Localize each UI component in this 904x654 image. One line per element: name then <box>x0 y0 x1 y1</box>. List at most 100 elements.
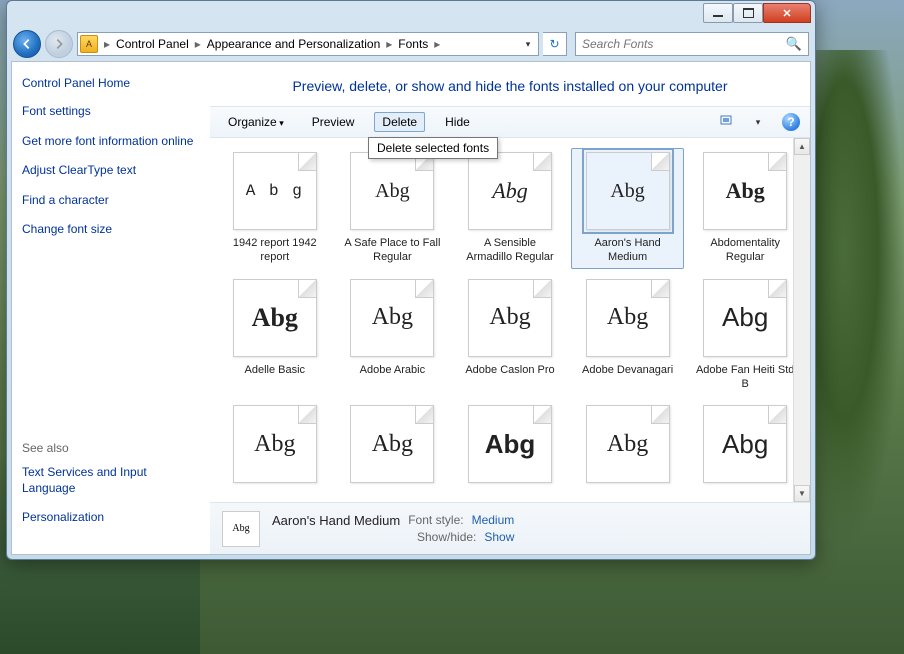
delete-button[interactable]: Delete <box>374 112 425 132</box>
preview-button[interactable]: Preview <box>304 112 363 132</box>
page-corner-icon <box>298 153 316 171</box>
font-tile: Abg <box>350 279 434 357</box>
font-sample: Abg <box>492 178 527 204</box>
chevron-right-icon[interactable]: ▸ <box>193 37 203 51</box>
address-bar[interactable]: A ▸ Control Panel ▸ Appearance and Perso… <box>77 32 539 56</box>
address-dropdown[interactable]: ▾ <box>520 39 536 50</box>
font-item[interactable]: A b g1942 report 1942 report <box>218 148 332 269</box>
page-corner-icon <box>533 153 551 171</box>
font-sample: A b g <box>246 182 304 200</box>
page-corner-icon <box>768 406 786 424</box>
back-button[interactable] <box>13 30 41 58</box>
view-dropdown[interactable]: ▾ <box>750 117 766 128</box>
font-sample: Abg <box>375 180 409 203</box>
delete-tooltip: Delete selected fonts <box>368 137 498 159</box>
font-sample: Abg <box>485 429 536 460</box>
page-corner-icon <box>651 280 669 298</box>
search-input[interactable] <box>582 37 786 51</box>
font-sample: Abg <box>252 303 298 333</box>
help-icon[interactable]: ? <box>782 113 800 131</box>
font-item[interactable]: Abg Adobe Arabic <box>336 275 450 396</box>
font-item[interactable]: AbgAdelle Basic <box>218 275 332 396</box>
chevron-right-icon[interactable]: ▸ <box>102 37 112 51</box>
control-panel-home-link[interactable]: Control Panel Home <box>22 76 200 90</box>
font-name-label: Adobe Devanagari <box>582 363 673 377</box>
font-grid: A b g1942 report 1942 reportAbgA Safe Pl… <box>210 138 810 502</box>
font-item[interactable]: Abg <box>688 401 802 493</box>
see-also-text-services[interactable]: Text Services and Input Language <box>22 465 200 496</box>
font-item[interactable]: Abg Adobe Devanagari <box>571 275 685 396</box>
sidebar-link-font-settings[interactable]: Font settings <box>22 104 200 120</box>
sidebar-link-cleartype[interactable]: Adjust ClearType text <box>22 163 200 179</box>
font-item[interactable]: Abg Adobe Fan Heiti Std B <box>688 275 802 396</box>
search-box[interactable]: 🔍 <box>575 32 809 56</box>
view-options-button[interactable] <box>718 113 738 131</box>
font-sample: Abg <box>607 304 648 331</box>
fonts-control-panel-window: A ▸ Control Panel ▸ Appearance and Perso… <box>6 0 816 560</box>
font-sample: Abg <box>722 429 768 460</box>
titlebar <box>7 1 815 27</box>
font-sample: Abg <box>722 302 768 333</box>
font-name-label: A Sensible Armadillo Regular <box>460 236 560 265</box>
sidebar-link-find-char[interactable]: Find a character <box>22 193 200 209</box>
font-tile: Abg <box>703 405 787 483</box>
font-tile: Abg <box>233 279 317 357</box>
font-sample: Abg <box>372 431 413 458</box>
font-item[interactable]: Abg <box>218 401 332 493</box>
page-corner-icon <box>768 280 786 298</box>
forward-button[interactable] <box>45 30 73 58</box>
font-item[interactable]: AbgA Safe Place to Fall Regular <box>336 148 450 269</box>
details-pane: Abg Aaron's Hand Medium Font style: Medi… <box>210 502 810 554</box>
font-name-label: Adobe Fan Heiti Std B <box>695 363 795 392</box>
chevron-right-icon[interactable]: ▸ <box>432 37 442 51</box>
font-item[interactable]: Abg <box>336 401 450 493</box>
page-corner-icon <box>298 406 316 424</box>
organize-button[interactable]: Organize <box>220 112 292 132</box>
font-tile: Abg <box>586 152 670 230</box>
minimize-button[interactable] <box>703 3 733 23</box>
maximize-button[interactable] <box>733 3 763 23</box>
sidebar-link-font-size[interactable]: Change font size <box>22 222 200 238</box>
breadcrumb-control-panel[interactable]: Control Panel <box>112 35 193 53</box>
hide-button[interactable]: Hide <box>437 112 478 132</box>
search-icon[interactable]: 🔍 <box>786 36 802 52</box>
details-style-value[interactable]: Medium <box>472 513 515 528</box>
font-name-label: Adobe Arabic <box>360 363 425 377</box>
page-corner-icon <box>298 280 316 298</box>
see-also-personalization[interactable]: Personalization <box>22 510 200 526</box>
font-sample: Abg <box>607 431 648 458</box>
page-title: Preview, delete, or show and hide the fo… <box>210 62 810 106</box>
breadcrumb-appearance[interactable]: Appearance and Personalization <box>203 35 384 53</box>
font-item[interactable]: AbgAbdomentality Regular <box>688 148 802 269</box>
page-corner-icon <box>533 406 551 424</box>
font-tile: Abg <box>468 152 552 230</box>
font-tile: Abg <box>703 279 787 357</box>
font-item[interactable]: Abg <box>453 401 567 493</box>
toolbar: Organize Preview Delete Hide ▾ ? Delete … <box>210 106 810 138</box>
scrollbar[interactable]: ▲ ▼ <box>793 138 810 502</box>
font-tile: Abg <box>233 405 317 483</box>
font-item[interactable]: Abg <box>571 401 685 493</box>
page-corner-icon <box>415 406 433 424</box>
font-item[interactable]: Abg A Sensible Armadillo Regular <box>453 148 567 269</box>
font-tile: Abg <box>468 405 552 483</box>
details-show-value[interactable]: Show <box>484 530 514 544</box>
font-item[interactable]: AbgAaron's Hand Medium <box>571 148 685 269</box>
sidebar-link-more-info[interactable]: Get more font information online <box>22 134 200 150</box>
main-panel: Preview, delete, or show and hide the fo… <box>210 62 810 554</box>
font-tile: Abg <box>586 405 670 483</box>
scroll-up-button[interactable]: ▲ <box>794 138 810 155</box>
page-corner-icon <box>768 153 786 171</box>
breadcrumb-fonts[interactable]: Fonts <box>394 35 432 53</box>
font-tile: A b g <box>233 152 317 230</box>
font-tile: Abg <box>350 405 434 483</box>
close-button[interactable] <box>763 3 811 23</box>
refresh-button[interactable]: ↻ <box>543 32 567 56</box>
font-tile: Abg <box>586 279 670 357</box>
chevron-right-icon[interactable]: ▸ <box>384 37 394 51</box>
font-tile: Abg <box>350 152 434 230</box>
font-item[interactable]: AbgAdobe Caslon Pro <box>453 275 567 396</box>
scroll-down-button[interactable]: ▼ <box>794 485 810 502</box>
font-name-label: Adobe Caslon Pro <box>465 363 554 377</box>
page-corner-icon <box>651 406 669 424</box>
